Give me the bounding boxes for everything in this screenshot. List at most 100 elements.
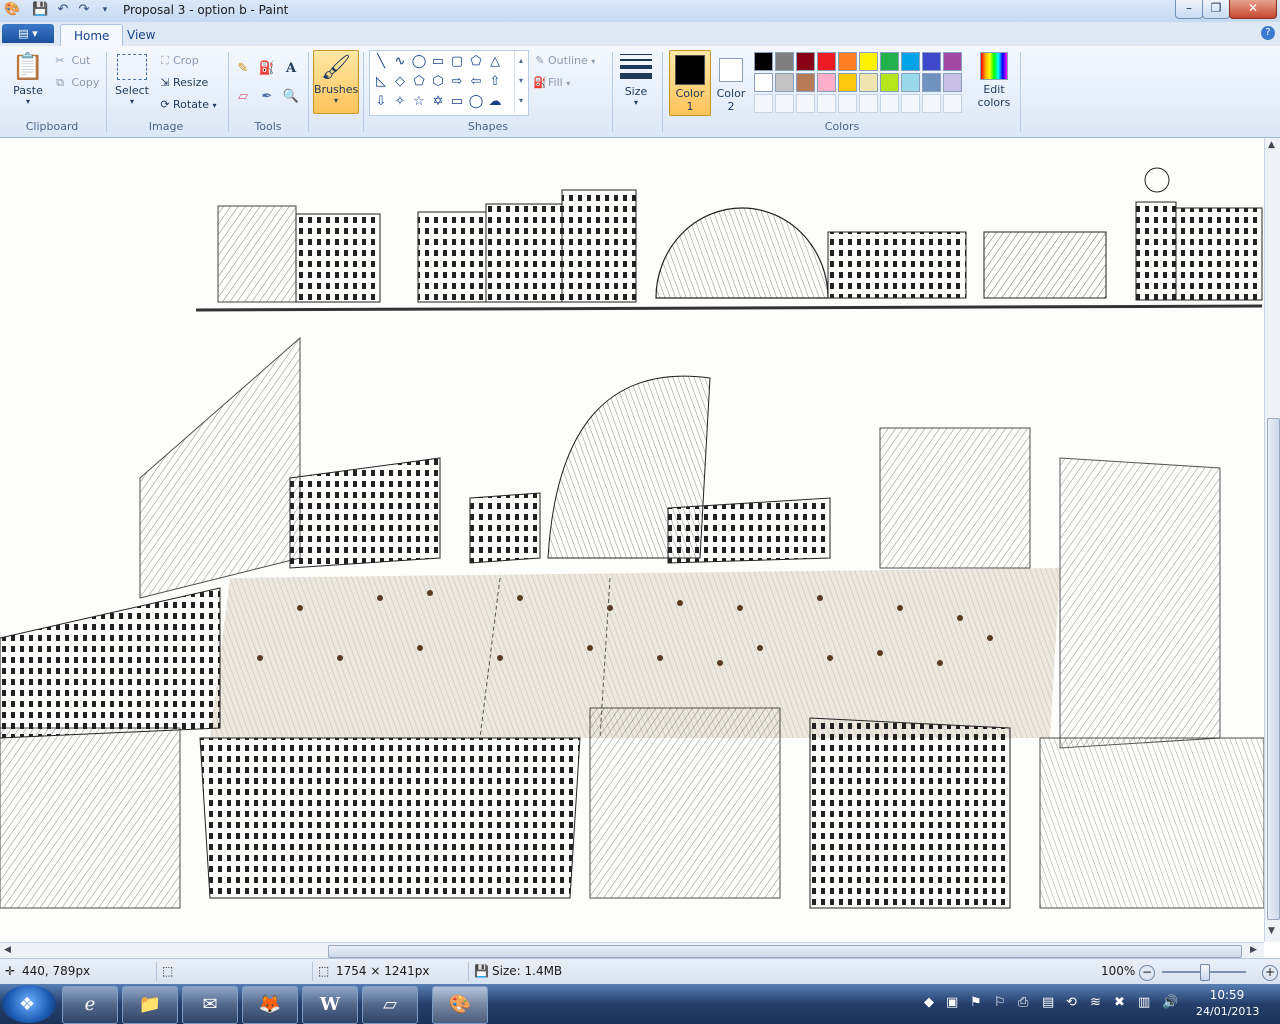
scroll-up-icon[interactable]: ▲ (1268, 140, 1275, 150)
palette-custom-slot[interactable] (859, 94, 878, 113)
triangle-shape-icon[interactable]: △ (486, 53, 504, 71)
four-point-star-shape-icon[interactable]: ✧ (391, 93, 409, 111)
right-triangle-shape-icon[interactable]: ◺ (372, 73, 390, 91)
palette-swatch[interactable] (943, 73, 962, 92)
zoom-out-icon[interactable]: − (1139, 965, 1155, 981)
palette-custom-slot[interactable] (817, 94, 836, 113)
palette-custom-slot[interactable] (901, 94, 920, 113)
taskbar-internet-explorer-icon[interactable]: ℯ (62, 986, 118, 1024)
five-point-star-shape-icon[interactable]: ☆ (410, 93, 428, 111)
palette-swatch[interactable] (796, 73, 815, 92)
palette-swatch[interactable] (943, 52, 962, 71)
size-button[interactable]: Size ▾ (617, 50, 655, 114)
clock-date[interactable]: 24/01/2013 (1196, 1005, 1259, 1018)
rectangle-shape-icon[interactable]: ▭ (429, 53, 447, 71)
taskbar-notepad-icon[interactable]: ▱ (362, 986, 418, 1024)
palette-custom-slot[interactable] (754, 94, 773, 113)
maximize-button[interactable]: ❐ (1202, 0, 1230, 19)
polygon-shape-icon[interactable]: ⬠ (467, 53, 485, 71)
palette-swatch[interactable] (901, 52, 920, 71)
eraser-icon[interactable]: ▱ (232, 86, 254, 108)
palette-swatch[interactable] (880, 52, 899, 71)
palette-swatch[interactable] (901, 73, 920, 92)
edit-colors-button[interactable]: Edit colors (976, 52, 1012, 116)
palette-custom-slot[interactable] (880, 94, 899, 113)
zoom-slider-thumb[interactable] (1200, 964, 1210, 981)
app-tray-icon[interactable]: ▤ (1042, 995, 1054, 1010)
callout-oval-shape-icon[interactable]: ◯ (467, 93, 485, 111)
horizontal-scrollbar[interactable]: ◀ ▶ (0, 942, 1264, 959)
color-picker-icon[interactable]: ✒ (256, 86, 278, 108)
fill-bucket-icon[interactable]: ⛽ (256, 58, 278, 80)
printer-tray-icon[interactable]: ⎙ (1018, 995, 1028, 1010)
diamond-shape-icon[interactable]: ◇ (391, 73, 409, 91)
palette-swatch[interactable] (775, 52, 794, 71)
paint-app-icon[interactable]: 🎨 (4, 2, 20, 18)
network-tray-icon[interactable]: ▥ (1138, 995, 1150, 1010)
color1-button[interactable]: Color 1 (669, 50, 711, 116)
oval-shape-icon[interactable]: ◯ (410, 53, 428, 71)
taskbar-outlook-icon[interactable]: ✉ (182, 986, 238, 1024)
palette-swatch[interactable] (859, 52, 878, 71)
crop-button[interactable]: ⛶ Crop (157, 52, 199, 70)
palette-swatch[interactable] (838, 73, 857, 92)
text-tool-icon[interactable]: A (280, 58, 302, 80)
copy-button[interactable]: ⧉ Copy (52, 74, 99, 92)
right-arrow-shape-icon[interactable]: ⇨ (448, 73, 466, 91)
pencil-icon[interactable]: ✎ (232, 58, 254, 80)
select-button[interactable]: Select ▾ (113, 52, 151, 116)
fill-button[interactable]: ⛽Fill ▾ (532, 74, 570, 92)
zoom-in-icon[interactable]: + (1262, 965, 1278, 981)
shapes-scroll[interactable]: ▴ ▾ ▾ (514, 51, 527, 113)
taskbar-firefox-icon[interactable]: 🦊 (242, 986, 298, 1024)
palette-swatch[interactable] (754, 73, 773, 92)
hexagon-shape-icon[interactable]: ⬡ (429, 73, 447, 91)
paste-button[interactable]: 📋 Paste ▾ (8, 50, 48, 116)
left-arrow-shape-icon[interactable]: ⇦ (467, 73, 485, 91)
palette-custom-slot[interactable] (922, 94, 941, 113)
scroll-left-icon[interactable]: ◀ (4, 945, 11, 955)
palette-custom-slot[interactable] (838, 94, 857, 113)
callout-rectangle-shape-icon[interactable]: ▭ (448, 93, 466, 111)
taskbar-paint-icon[interactable]: 🎨 (432, 986, 488, 1024)
six-point-star-shape-icon[interactable]: ✡ (429, 93, 447, 111)
palette-swatch[interactable] (754, 52, 773, 71)
palette-swatch[interactable] (775, 73, 794, 92)
taskbar-windows-explorer-icon[interactable]: 📁 (122, 986, 178, 1024)
vertical-scrollbar[interactable]: ▲ ▼ (1264, 138, 1280, 942)
curve-shape-icon[interactable]: ∿ (391, 53, 409, 71)
palette-swatch[interactable] (859, 73, 878, 92)
dropbox-tray-icon[interactable]: ◆ (924, 995, 934, 1010)
palette-swatch[interactable] (922, 52, 941, 71)
down-arrow-shape-icon[interactable]: ⇩ (372, 93, 390, 111)
palette-custom-slot[interactable] (796, 94, 815, 113)
rotate-button[interactable]: ⟳ Rotate ▾ (157, 96, 216, 114)
paint-menu-button[interactable]: ▤ ▾ (2, 24, 54, 43)
outline-button[interactable]: ✎ Outline ▾ (532, 52, 595, 70)
notes-tray-icon[interactable]: ▣ (946, 995, 958, 1010)
taskbar-word-icon[interactable]: W (302, 986, 358, 1024)
clock-time[interactable]: 10:59 (1207, 988, 1247, 1002)
minimize-button[interactable]: – (1175, 0, 1203, 19)
network-monitor-tray-icon[interactable]: ≋ (1090, 995, 1101, 1010)
up-arrow-shape-icon[interactable]: ⇧ (486, 73, 504, 91)
palette-custom-slot[interactable] (775, 94, 794, 113)
start-button[interactable]: ❖ (2, 985, 56, 1023)
save-icon[interactable]: 💾 (32, 2, 48, 18)
close-button[interactable]: ✕ (1229, 0, 1277, 19)
palette-swatch[interactable] (796, 52, 815, 71)
cut-button[interactable]: ✂ Cut (52, 52, 90, 70)
palette-swatch[interactable] (817, 73, 836, 92)
sync-tray-icon[interactable]: ⟲ (1066, 995, 1077, 1010)
scroll-down-icon[interactable]: ▼ (1268, 926, 1275, 936)
tab-view[interactable]: View (114, 24, 168, 46)
undo-icon[interactable]: ↶ (55, 2, 71, 18)
callout-cloud-shape-icon[interactable]: ☁ (486, 93, 504, 111)
vertical-scroll-thumb[interactable] (1267, 418, 1280, 920)
quick-access-dropdown-icon[interactable]: ▾ (97, 2, 113, 18)
shapes-gallery[interactable]: ╲ ∿ ◯ ▭ ▢ ⬠ △ ◺ ◇ ⬠ ⬡ ⇨ ⇦ ⇧ ⇩ ✧ ☆ ✡ ▭ ◯ … (369, 50, 529, 116)
redo-icon[interactable]: ↷ (76, 2, 92, 18)
palette-swatch[interactable] (817, 52, 836, 71)
color2-button[interactable]: Color 2 (713, 50, 749, 114)
action-center-flag-icon[interactable]: ⚑ (970, 995, 982, 1010)
